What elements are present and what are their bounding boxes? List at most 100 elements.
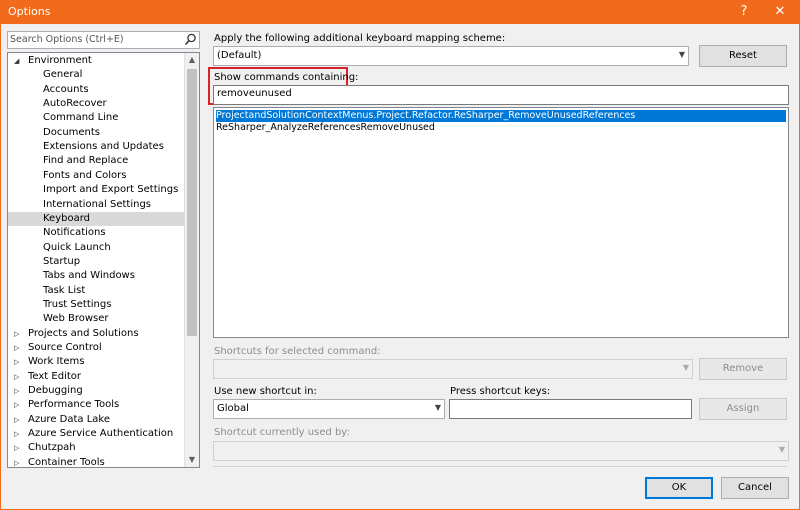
title-bar: Options ? ✕: [0, 0, 800, 24]
tree-item-label: Accounts: [43, 83, 89, 95]
ok-button[interactable]: OK: [645, 477, 713, 499]
window-border-left: [0, 24, 1, 510]
tree-item-label: Quick Launch: [43, 241, 111, 253]
expand-arrow-icon[interactable]: ▷: [14, 398, 22, 412]
divider: [213, 466, 787, 467]
tree-node-projects-and-solutions[interactable]: ▷ Projects and Solutions: [8, 327, 185, 341]
tree-item-autorecover[interactable]: AutoRecover: [8, 97, 185, 111]
expand-arrow-icon[interactable]: ▷: [14, 427, 22, 441]
tree-item-label: Startup: [43, 255, 81, 267]
tree-item-keyboard[interactable]: Keyboard: [8, 211, 185, 226]
expand-arrow-icon[interactable]: ▷: [14, 341, 22, 355]
tree-item-quick-launch[interactable]: Quick Launch: [8, 241, 185, 255]
tree-node-azure-service-authentication[interactable]: ▷ Azure Service Authentication: [8, 427, 185, 441]
chevron-down-icon: ▼: [778, 445, 785, 454]
tree-item-trust-settings[interactable]: Trust Settings: [8, 298, 185, 312]
tree-node-performance-tools[interactable]: ▷ Performance Tools: [8, 398, 185, 412]
tree-item-label: Trust Settings: [43, 298, 112, 310]
tree-item-label: Extensions and Updates: [43, 141, 164, 153]
tree-item-label: Environment: [28, 55, 92, 66]
tree-node-environment[interactable]: ◢ Environment: [8, 54, 185, 68]
window-title: Options: [8, 5, 51, 18]
options-search-box[interactable]: [7, 31, 200, 49]
tree-node-text-editor[interactable]: ▷ Text Editor: [8, 370, 185, 384]
options-search-input[interactable]: [10, 33, 180, 46]
assign-button[interactable]: Assign: [699, 398, 787, 420]
tree-item-notifications[interactable]: Notifications: [8, 226, 185, 240]
tree-item-startup[interactable]: Startup: [8, 255, 185, 269]
shortcuts-for-command-label: Shortcuts for selected command:: [214, 346, 381, 357]
tree-item-label: AutoRecover: [43, 98, 107, 110]
press-shortcut-keys-input[interactable]: [453, 402, 670, 413]
shortcut-currently-used-label: Shortcut currently used by:: [214, 427, 350, 438]
mapping-scheme-label: Apply the following additional keyboard …: [214, 33, 506, 44]
use-new-shortcut-dropdown[interactable]: Global ▼: [213, 399, 445, 419]
show-commands-field[interactable]: [213, 85, 789, 105]
use-new-shortcut-label: Use new shortcut in:: [214, 386, 317, 397]
search-icon[interactable]: [184, 33, 197, 46]
tree-item-label: Azure Data Lake: [28, 413, 110, 425]
tree-item-command-line[interactable]: Command Line: [8, 111, 185, 125]
remove-button[interactable]: Remove: [699, 358, 787, 380]
tree-node-container-tools[interactable]: ▷ Container Tools: [8, 456, 185, 468]
chevron-down-icon: ▼: [678, 50, 685, 59]
press-shortcut-keys-label: Press shortcut keys:: [450, 386, 551, 397]
tree-item-tabs-and-windows[interactable]: Tabs and Windows: [8, 269, 185, 283]
scroll-up-arrow-icon[interactable]: ▲: [185, 53, 199, 67]
cancel-button[interactable]: Cancel: [721, 477, 789, 499]
press-shortcut-keys-field[interactable]: [449, 399, 692, 419]
tree-item-find-and-replace[interactable]: Find and Replace: [8, 154, 185, 168]
tree-scrollbar[interactable]: ▲ ▼: [184, 53, 199, 467]
tree-item-label: Import and Export Settings: [43, 184, 179, 196]
tree-node-source-control[interactable]: ▷ Source Control: [8, 341, 185, 355]
tree-item-label: Fonts and Colors: [43, 169, 127, 181]
help-button[interactable]: ?: [729, 2, 759, 22]
tree-item-extensions-and-updates[interactable]: Extensions and Updates: [8, 140, 185, 154]
tree-item-label: Find and Replace: [43, 155, 129, 167]
tree-item-label: Chutzpah: [28, 442, 76, 454]
show-commands-input[interactable]: [217, 88, 734, 99]
tree-node-chutzpah[interactable]: ▷ Chutzpah: [8, 441, 185, 455]
tree-item-label: Command Line: [43, 112, 119, 124]
shortcuts-for-command-dropdown[interactable]: ▼: [213, 359, 693, 379]
tree-item-label: Task List: [43, 284, 86, 296]
options-tree[interactable]: ◢ Environment General Accounts AutoRecover Co…: [7, 52, 200, 468]
tree-node-azure-data-lake[interactable]: ▷ Azure Data Lake: [8, 413, 185, 427]
tree-item-label: Work Items: [28, 356, 85, 368]
command-list-item[interactable]: ReSharper_AnalyzeReferencesRemoveUnused: [216, 122, 786, 134]
tree-item-label: Projects and Solutions: [28, 327, 139, 339]
collapse-arrow-icon[interactable]: ◢: [14, 54, 22, 68]
mapping-scheme-dropdown[interactable]: (Default) ▼: [213, 46, 689, 66]
tree-node-debugging[interactable]: ▷ Debugging: [8, 384, 185, 398]
expand-arrow-icon[interactable]: ▷: [14, 384, 22, 398]
tree-item-label: Documents: [43, 126, 101, 138]
tree-item-documents[interactable]: Documents: [8, 126, 185, 140]
scroll-down-arrow-icon[interactable]: ▼: [185, 453, 199, 467]
expand-arrow-icon[interactable]: ▷: [14, 413, 22, 427]
chevron-down-icon: ▼: [434, 403, 441, 412]
scroll-thumb[interactable]: [187, 69, 197, 336]
reset-button[interactable]: Reset: [699, 45, 787, 67]
expand-arrow-icon[interactable]: ▷: [14, 370, 22, 384]
commands-list[interactable]: ProjectandSolutionContextMenus.Project.R…: [213, 107, 789, 338]
tree-item-label: General: [43, 69, 83, 81]
tree-item-task-list[interactable]: Task List: [8, 284, 185, 298]
expand-arrow-icon[interactable]: ▷: [14, 327, 22, 341]
command-list-item[interactable]: ProjectandSolutionContextMenus.Project.R…: [216, 110, 786, 122]
tree-item-import-and-export-settings[interactable]: Import and Export Settings: [8, 183, 185, 197]
expand-arrow-icon[interactable]: ▷: [14, 441, 22, 455]
close-button[interactable]: ✕: [765, 2, 795, 22]
tree-item-label: Source Control: [28, 342, 102, 353]
tree-node-work-items[interactable]: ▷ Work Items: [8, 355, 185, 369]
expand-arrow-icon[interactable]: ▷: [14, 355, 22, 369]
tree-item-label: International Settings: [43, 198, 152, 210]
tree-item-international-settings[interactable]: International Settings: [8, 198, 185, 212]
tree-item-label: Azure Service Authentication: [28, 428, 174, 440]
tree-item-label: Container Tools: [28, 456, 105, 468]
tree-item-accounts[interactable]: Accounts: [8, 83, 185, 97]
tree-item-fonts-and-colors[interactable]: Fonts and Colors: [8, 169, 185, 183]
expand-arrow-icon[interactable]: ▷: [14, 456, 22, 467]
tree-item-web-browser[interactable]: Web Browser: [8, 312, 185, 326]
shortcut-currently-used-dropdown[interactable]: ▼: [213, 441, 789, 461]
tree-item-general[interactable]: General: [8, 68, 185, 82]
